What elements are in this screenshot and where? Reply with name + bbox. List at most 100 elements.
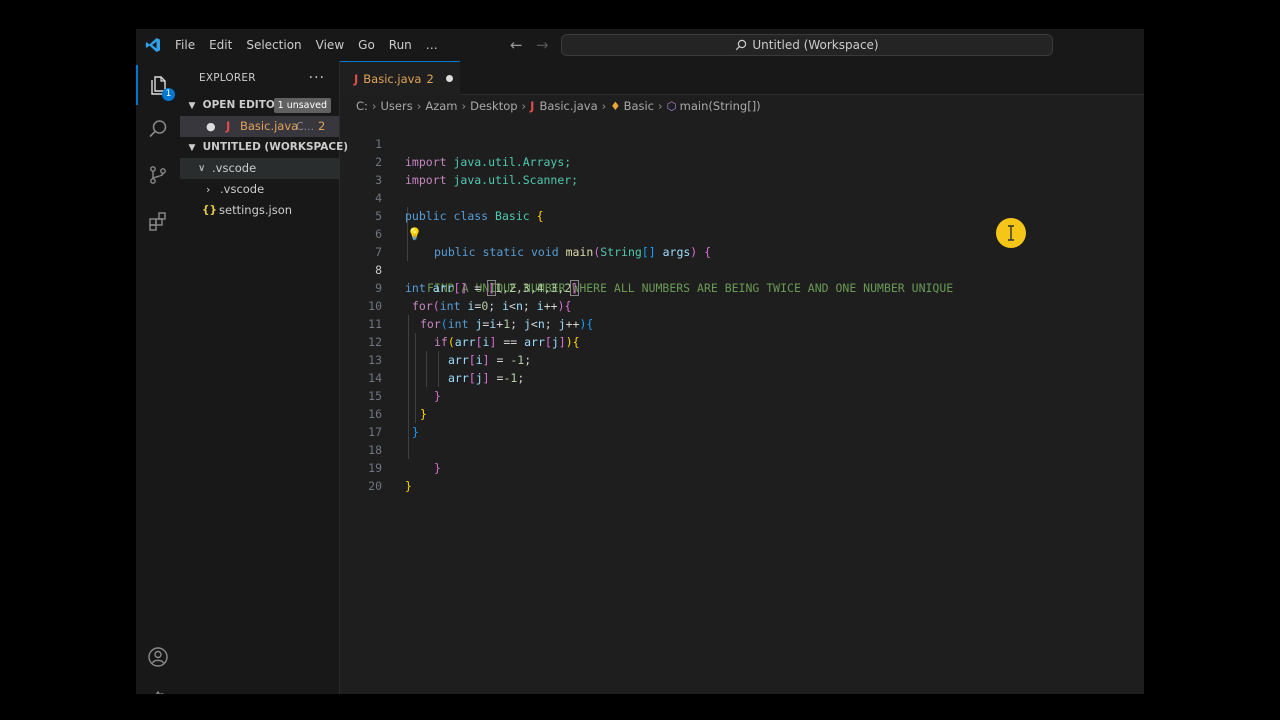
line-number: 20 [368,479,382,493]
code-line: 13 arr[j] =-1; [340,333,1144,385]
menu-run[interactable]: Run [382,29,419,61]
code-line: 6 public static void main(String[] args)… [340,207,1144,259]
account-icon [148,647,168,667]
vscode-logo-icon [138,29,168,61]
mouse-cursor-highlight [996,218,1026,248]
search-icon [736,39,747,51]
code-line: 11 if(arr[i] == arr[j]){ [340,297,1144,349]
breadcrumb-file[interactable]: Basic.java [539,99,597,113]
chevron-right-icon: › [601,99,607,113]
explorer-activity[interactable]: 1 [136,65,180,105]
extensions-icon [149,212,166,231]
chevron-down-icon: ∨ [198,163,206,174]
title-bar: File Edit Selection View Go Run … ← → Un… [136,29,1144,61]
json-file-icon: {} [202,204,217,216]
folder-name: .vscode [220,182,265,196]
text-cursor-icon [1008,225,1014,241]
source-control-icon [150,166,166,184]
tab-basic-java[interactable]: J Basic.java 2 [340,61,460,95]
breadcrumb: C: › Users › Azam › Desktop › J Basic.java › ♦ Basic… [340,95,1144,117]
lightbulb-icon[interactable]: 💡 [407,225,422,243]
file-name: settings.json [219,203,293,217]
forward-arrow-icon[interactable]: → [536,29,549,61]
source-control-activity[interactable] [136,155,180,195]
more-actions-icon[interactable]: ··· [309,61,325,95]
chevron-right-icon: › [658,99,663,113]
search-activity[interactable] [136,109,180,149]
chevron-right-icon: › [206,183,211,196]
command-center-search[interactable]: Untitled (Workspace) [561,34,1053,56]
breadcrumb-class[interactable]: Basic [624,99,654,113]
vscode-window: File Edit Selection View Go Run … ← → Un… [136,29,1144,694]
settings-activity[interactable] [136,681,180,694]
code-line: 16 } [340,387,1144,439]
breadcrumb-desktop[interactable]: Desktop [470,99,517,113]
explorer-sidebar: EXPLORER ··· ▼ OPEN EDITORS 1 unsaved ● … [180,61,349,694]
code-line: 12 arr[i] = -1; [340,315,1144,367]
tree-folder-vscode[interactable]: ∨ .vscode [180,158,339,179]
token: } [405,479,412,493]
breadcrumb-drive[interactable]: C: [356,99,368,113]
tree-folder-vscode-child[interactable]: › .vscode [180,179,339,200]
code-line: 4 public class Basic { [340,171,1144,223]
menu-selection[interactable]: Selection [239,29,308,61]
code-editor[interactable]: 1 import java.util.Arrays; 2 import java… [340,117,1144,694]
java-file-icon: J [226,119,231,133]
breadcrumb-azam[interactable]: Azam [425,99,457,113]
unsaved-badge: 1 unsaved [273,98,331,113]
code-line: 15 } [340,369,1144,421]
chevron-right-icon: › [371,99,377,113]
open-editor-basic-java[interactable]: ● J Basic.java C... 2 [180,116,339,137]
code-line: 14 } [340,351,1144,403]
search-icon [149,120,167,138]
method-icon: ⬡ [666,99,677,113]
folder-name: .vscode [212,161,257,175]
open-editor-path: C... [296,120,315,133]
back-arrow-icon[interactable]: ← [510,29,523,61]
chevron-right-icon: › [416,99,422,113]
breadcrumb-users[interactable]: Users [381,99,413,113]
editor-tabs: J Basic.java 2 [340,61,1144,95]
code-line: 1 import java.util.Arrays; [340,117,1144,169]
accounts-activity[interactable] [136,637,180,677]
code-line-current: 8 int arr[] = [1,2,3,4,3,2] [340,243,1144,296]
menu-more[interactable]: … [419,29,445,61]
tree-file-settings-json[interactable]: {} settings.json [180,200,339,221]
breadcrumb-method[interactable]: main(String[]) [680,99,761,113]
code-line: 3 [340,153,1144,187]
class-icon: ♦ [610,99,621,113]
open-editor-problem-count: 2 [318,119,326,133]
code-line: 2 import java.util.Scanner; [340,135,1144,187]
chevron-right-icon: › [461,99,467,113]
activity-bar: 1 [136,61,180,694]
menu-edit[interactable]: Edit [202,29,239,61]
gear-icon [155,690,164,694]
tab-label: Basic.java [363,71,422,86]
chevron-down-icon: ▼ [188,101,196,111]
search-text: Untitled (Workspace) [752,38,879,52]
unsaved-dot-icon[interactable] [445,75,453,82]
chevron-right-icon: › [521,99,527,113]
java-file-icon: J [530,99,535,113]
code-line: 10 for(int j=i+1; j<n; j++){ [340,279,1144,331]
menu-view[interactable]: View [309,29,351,61]
open-editor-filename: Basic.java [240,119,299,133]
tab-problem-count: 2 [426,71,434,86]
explorer-header: EXPLORER ··· [180,61,339,95]
menu-file[interactable]: File [168,29,202,61]
code-line: 9 for(int i=0; i<n; i++){ [340,261,1144,313]
code-line: 18 } [340,423,1144,475]
chevron-down-icon: ▼ [188,143,196,153]
code-line: 19 } [340,441,1144,493]
extensions-activity[interactable] [136,201,180,241]
explorer-title: EXPLORER [199,72,256,84]
code-line: 5 [340,189,1144,223]
menu-go[interactable]: Go [351,29,382,61]
code-line: 17 [340,405,1144,439]
workspace-section[interactable]: ▼ UNTITLED (WORKSPACE) [180,137,349,158]
workspace-label: UNTITLED (WORKSPACE) [202,141,349,153]
code-line: 20 [340,459,1144,493]
explorer-badge: 1 [162,88,175,101]
unsaved-dot-icon[interactable]: ● [206,116,216,137]
open-editors-section[interactable]: ▼ OPEN EDITORS 1 unsaved [180,95,339,116]
